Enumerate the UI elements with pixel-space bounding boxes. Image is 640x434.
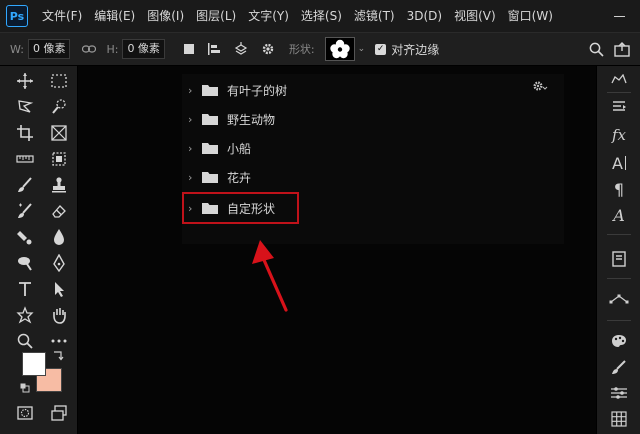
paths-icon[interactable]: [605, 288, 633, 310]
lasso-tool-icon[interactable]: [12, 96, 38, 118]
width-field[interactable]: 0 像素: [27, 39, 71, 59]
options-bar: W: 0 像素 H: 0 像素 形状: ⌄ ✓ 对齐边缘: [0, 32, 640, 66]
share-icon[interactable]: [614, 42, 630, 60]
gradient-tool-icon[interactable]: [12, 226, 38, 248]
height-label: H:: [106, 42, 119, 56]
menu-type[interactable]: 文字(Y): [242, 0, 295, 32]
more-tools-icon[interactable]: [46, 330, 72, 352]
menu-bar: Ps 文件(F) 编辑(E) 图像(I) 图层(L) 文字(Y) 选择(S) 滤…: [0, 0, 640, 32]
shape-label: 形状:: [288, 43, 315, 56]
search-icon[interactable]: [589, 42, 604, 60]
character-icon[interactable]: A: [605, 152, 633, 174]
type-tool-icon[interactable]: [12, 278, 38, 300]
glyphs-icon[interactable]: A: [605, 204, 633, 226]
folder-label: 花卉: [227, 170, 252, 185]
hand-tool-icon[interactable]: [46, 304, 72, 326]
path-selection-tool-icon[interactable]: [46, 278, 72, 300]
paragraph-icon[interactable]: ¶: [605, 178, 633, 200]
chevron-right-icon[interactable]: ›: [188, 142, 202, 155]
dock-separator: [607, 234, 631, 235]
flower-shape-icon: [329, 39, 350, 59]
menu-file[interactable]: 文件(F): [36, 0, 88, 32]
histogram-icon[interactable]: [605, 68, 633, 90]
history-brush-tool-icon[interactable]: [12, 200, 38, 222]
menu-image[interactable]: 图像(I): [141, 0, 190, 32]
path-operations-icon[interactable]: [183, 43, 195, 55]
path-arrangement-icon[interactable]: [233, 42, 249, 56]
red-arrow-annotation: [252, 240, 288, 312]
color-palette-icon[interactable]: [605, 330, 633, 352]
folder-icon: [202, 113, 218, 125]
chevron-right-icon[interactable]: ›: [188, 171, 202, 184]
dock-separator: [607, 278, 631, 279]
align-edges-label: 对齐边缘: [391, 42, 440, 57]
folder-label: 小船: [227, 141, 252, 156]
chevron-right-icon[interactable]: ›: [188, 84, 202, 97]
panel-settings-gear-icon[interactable]: [532, 80, 548, 95]
custom-shape-tool-icon[interactable]: [12, 304, 38, 326]
patch-tool-icon[interactable]: [46, 148, 72, 170]
marquee-tool-icon[interactable]: [46, 70, 72, 92]
screen-mode-icon[interactable]: [46, 402, 72, 424]
menu-select[interactable]: 选择(S): [295, 0, 348, 32]
folder-label: 野生动物: [227, 112, 276, 127]
tools-panel: [0, 66, 78, 434]
menu-view[interactable]: 视图(V): [448, 0, 502, 32]
folder-icon: [202, 84, 218, 96]
menu-window[interactable]: 窗口(W): [502, 0, 559, 32]
ruler-tool-icon[interactable]: [12, 148, 38, 170]
pen-tool-icon[interactable]: [46, 252, 72, 274]
move-tool-icon[interactable]: [12, 70, 38, 92]
path-alignment-icon[interactable]: [207, 42, 221, 56]
folder-row-wildlife[interactable]: › 野生动物: [188, 108, 275, 130]
right-panel-dock: fx A ¶ A: [596, 66, 640, 434]
link-icon[interactable]: [82, 44, 97, 54]
folder-label: 有叶子的树: [227, 83, 288, 98]
character-letter: A: [612, 153, 623, 173]
dock-separator: [607, 92, 631, 93]
dock-separator: [607, 320, 631, 321]
folder-row-flowers[interactable]: › 花卉: [188, 166, 251, 188]
foreground-color-swatch[interactable]: [22, 352, 46, 376]
eraser-tool-icon[interactable]: [46, 200, 72, 222]
glyphs-letter: A: [613, 205, 625, 225]
paragraph-styles-icon[interactable]: [605, 96, 633, 118]
folder-row-trees[interactable]: › 有叶子的树: [188, 79, 287, 101]
frame-tool-icon[interactable]: [46, 122, 72, 144]
canvas-area: › 有叶子的树 › 野生动物 › 小船 › 花卉 › 自定形状: [78, 66, 596, 434]
gear-icon[interactable]: [261, 42, 275, 56]
libraries-icon[interactable]: [605, 248, 633, 270]
swatches-grid-icon[interactable]: [605, 408, 633, 430]
folder-icon: [202, 142, 218, 154]
chevron-down-icon[interactable]: ⌄: [358, 44, 366, 54]
quick-mask-icon[interactable]: [12, 402, 38, 424]
stamp-tool-icon[interactable]: [46, 174, 72, 196]
shape-picker[interactable]: [324, 37, 355, 61]
menu-filter[interactable]: 滤镜(T): [348, 0, 401, 32]
highlight-box: [182, 192, 299, 224]
folder-icon: [202, 171, 218, 183]
menu-3d[interactable]: 3D(D): [401, 0, 448, 32]
minimize-button[interactable]: [604, 0, 634, 32]
dodge-tool-icon[interactable]: [12, 252, 38, 274]
swap-colors-icon[interactable]: [52, 350, 64, 365]
zoom-tool-icon[interactable]: [12, 330, 38, 352]
photoshop-logo-icon[interactable]: Ps: [6, 5, 28, 27]
chevron-right-icon[interactable]: ›: [188, 113, 202, 126]
blur-tool-icon[interactable]: [46, 226, 72, 248]
menu-edit[interactable]: 编辑(E): [88, 0, 141, 32]
align-edges-checkbox[interactable]: ✓: [375, 43, 387, 55]
menu-layer[interactable]: 图层(L): [190, 0, 242, 32]
adjustments-icon[interactable]: [605, 382, 633, 404]
height-field[interactable]: 0 像素: [122, 39, 165, 59]
brush-tool-icon[interactable]: [12, 174, 38, 196]
quick-selection-tool-icon[interactable]: [46, 96, 72, 118]
folder-row-boats[interactable]: › 小船: [188, 137, 251, 159]
width-label: W:: [10, 42, 24, 56]
brushes-icon[interactable]: [605, 356, 633, 378]
default-colors-icon[interactable]: [20, 382, 30, 396]
crop-tool-icon[interactable]: [12, 122, 38, 144]
fx-styles-icon[interactable]: fx: [605, 124, 633, 146]
